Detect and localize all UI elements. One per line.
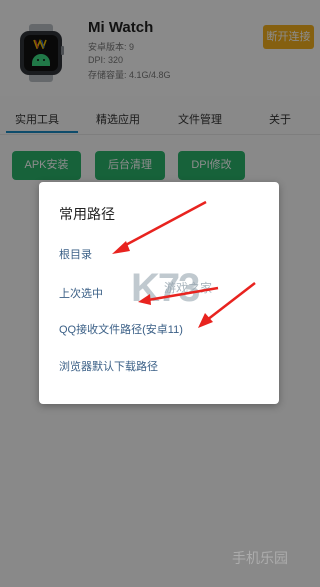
dialog-title: 常用路径 [59,206,115,222]
path-item-root[interactable]: 根目录 [59,246,269,262]
watermark-corner: 手机乐园 [232,550,288,566]
path-item-browser-download[interactable]: 浏览器默认下载路径 [59,358,269,374]
watermark-logo-sub: 游戏之家 [164,281,213,295]
path-item-qq-received[interactable]: QQ接收文件路径(安卓11) [59,321,269,337]
